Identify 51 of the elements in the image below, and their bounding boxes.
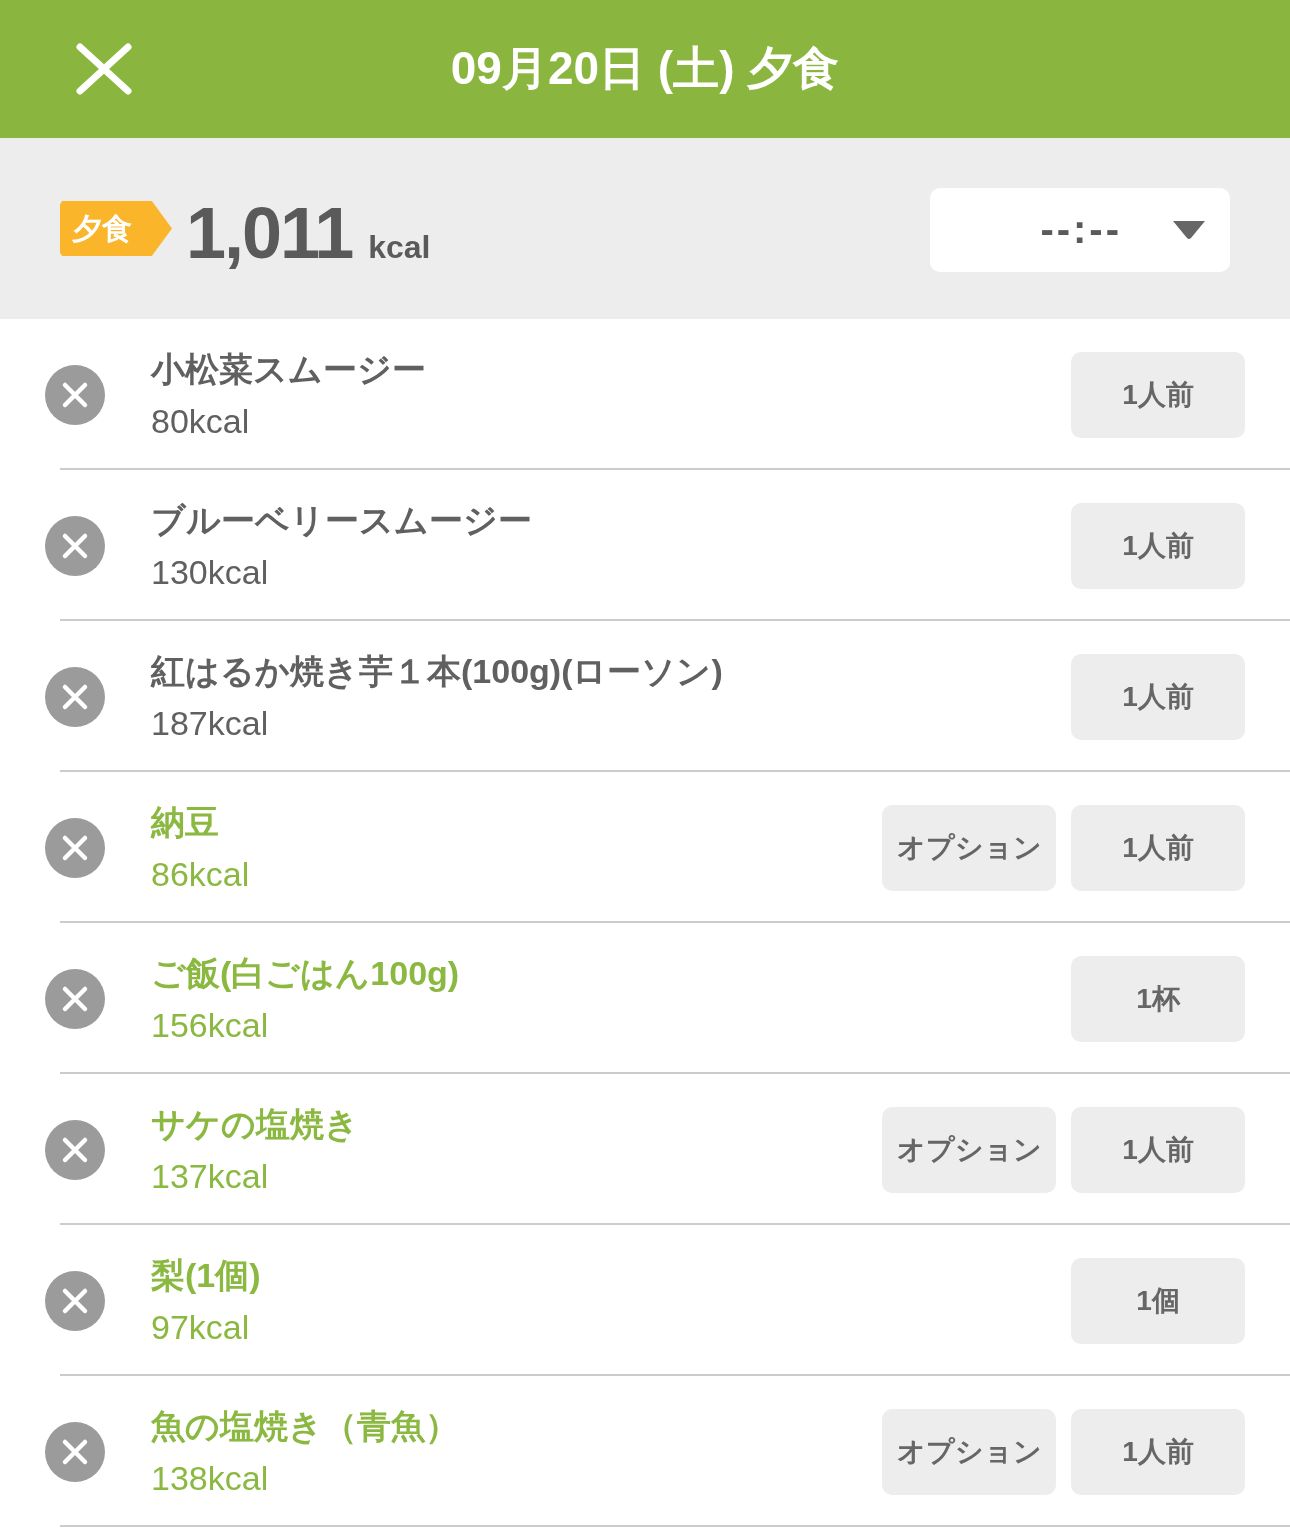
option-button[interactable]: オプション xyxy=(882,1106,1056,1193)
food-calories: 97kcal xyxy=(151,1306,250,1348)
caret-icon xyxy=(1172,219,1206,240)
portion-button[interactable]: 1人前 xyxy=(1071,1408,1245,1495)
remove-icon xyxy=(45,666,105,727)
remove-button[interactable] xyxy=(45,1119,105,1180)
remove-button[interactable] xyxy=(45,968,105,1029)
remove-icon xyxy=(45,1421,105,1482)
portion-button[interactable]: 1人前 xyxy=(1071,1106,1245,1193)
food-calories: 86kcal xyxy=(151,853,250,895)
portion-button[interactable]: 1人前 xyxy=(1071,502,1245,589)
food-name: サケの塩焼き xyxy=(151,1103,359,1145)
food-calories: 138kcal xyxy=(151,1457,269,1499)
remove-button[interactable] xyxy=(45,364,105,425)
food-name: ブルーベリースムージー xyxy=(151,499,532,541)
food-calories: 80kcal xyxy=(151,400,250,442)
food-calories: 156kcal xyxy=(151,1004,269,1046)
remove-icon xyxy=(45,364,105,425)
option-button[interactable]: オプション xyxy=(882,804,1056,891)
food-name: 納豆 xyxy=(151,801,219,843)
calorie-unit: kcal xyxy=(368,228,431,266)
portion-button[interactable]: 1人前 xyxy=(1071,351,1245,438)
remove-icon xyxy=(45,817,105,878)
portion-button[interactable]: 1人前 xyxy=(1071,804,1245,891)
remove-button[interactable] xyxy=(45,515,105,576)
food-name: 紅はるか焼き芋１本(100g)(ローソン) xyxy=(151,650,723,692)
remove-button[interactable] xyxy=(45,1421,105,1482)
remove-icon xyxy=(45,1270,105,1331)
remove-button[interactable] xyxy=(45,817,105,878)
time-select[interactable]: --:-- xyxy=(930,187,1230,272)
food-calories: 130kcal xyxy=(151,551,269,593)
remove-icon xyxy=(45,1119,105,1180)
portion-button[interactable]: 1個 xyxy=(1071,1257,1245,1344)
food-calories: 137kcal xyxy=(151,1155,269,1197)
food-name: ご飯(白ごはん100g) xyxy=(151,952,460,994)
option-button[interactable]: オプション xyxy=(882,1408,1056,1495)
total-calories: 1,011 xyxy=(186,191,353,274)
food-name: 魚の塩焼き（青魚） xyxy=(151,1405,459,1447)
remove-icon xyxy=(45,515,105,576)
remove-button[interactable] xyxy=(45,1270,105,1331)
food-name: 梨(1個) xyxy=(151,1254,261,1296)
portion-button[interactable]: 1杯 xyxy=(1071,955,1245,1042)
remove-icon xyxy=(45,968,105,1029)
food-name: 小松菜スムージー xyxy=(151,348,426,390)
food-calories: 187kcal xyxy=(151,702,269,744)
meal-badge: 夕食 xyxy=(60,201,172,256)
close-icon xyxy=(76,43,132,95)
portion-button[interactable]: 1人前 xyxy=(1071,653,1245,740)
screen-title: 09月20日 (土) 夕食 xyxy=(450,41,840,96)
close-button[interactable] xyxy=(76,43,132,95)
remove-button[interactable] xyxy=(45,666,105,727)
